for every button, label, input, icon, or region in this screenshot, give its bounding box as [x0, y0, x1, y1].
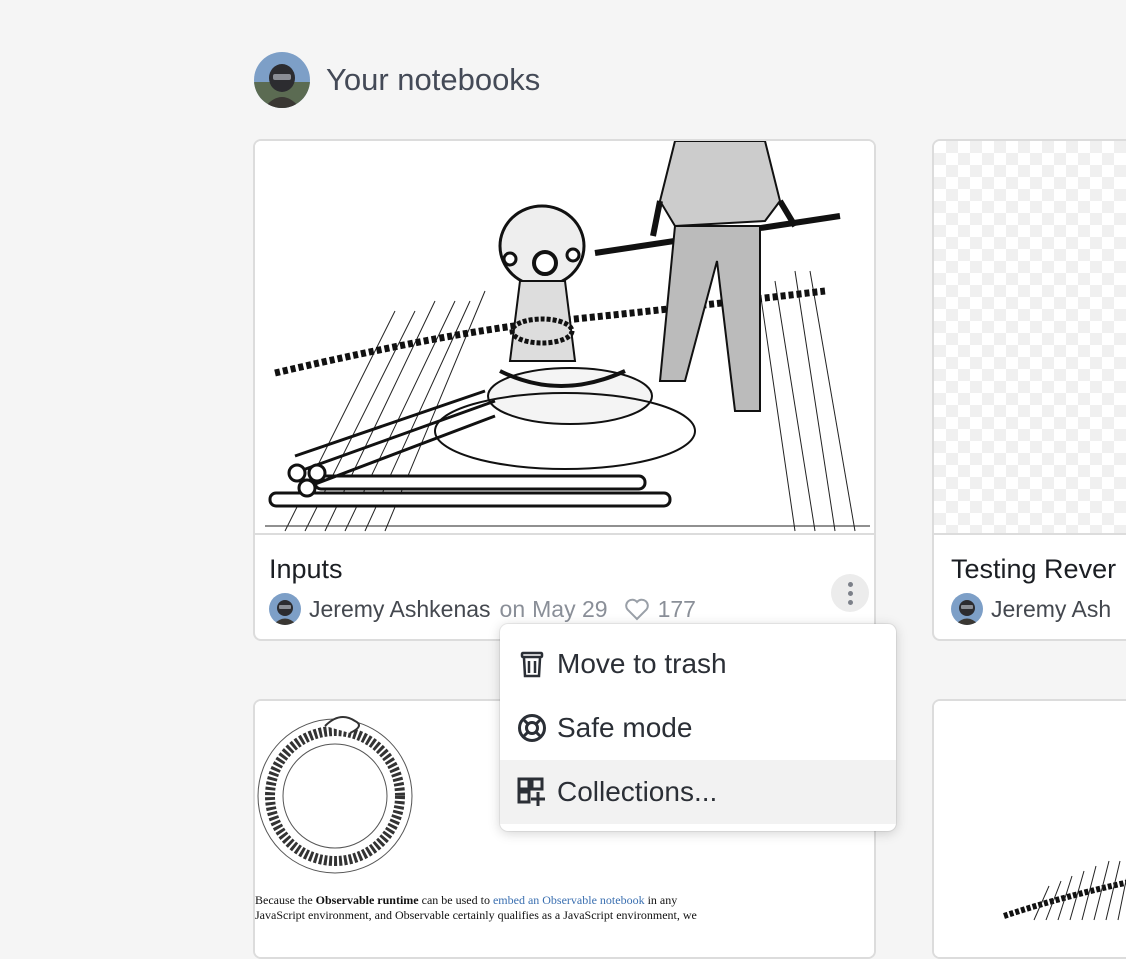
notebook-card-partial[interactable] — [932, 699, 1126, 959]
preview-text-bold: Observable runtime — [315, 893, 419, 907]
page-title: Your notebooks — [326, 62, 541, 97]
preview-text-line: JavaScript environment, and Observable c… — [255, 908, 697, 922]
notebook-thumbnail[interactable] — [934, 701, 1126, 957]
notebook-meta: Jeremy Ashkenas on May 29 177 — [269, 593, 696, 625]
kebab-dot — [847, 581, 853, 587]
runtime-preview-text: Because the Observable runtime can be us… — [255, 893, 874, 923]
menu-item-label: Move to trash — [557, 648, 727, 679]
menu-item-safe-mode[interactable]: Safe mode — [500, 696, 896, 760]
heart-icon — [624, 598, 649, 621]
notebook-thumbnail[interactable] — [255, 141, 874, 535]
notebook-meta: Jeremy Ash — [951, 593, 1111, 625]
notebook-context-menu: Move to trash Safe mode Collections... — [500, 624, 896, 831]
kebab-dot — [847, 599, 853, 605]
notebook-date: May 29 — [532, 595, 608, 622]
more-options-button[interactable] — [831, 574, 869, 612]
preview-text-part: Because the — [255, 893, 316, 907]
capstan-illustration — [255, 141, 874, 533]
hatched-illustration — [934, 701, 1126, 957]
preview-text-link: embed an Observable notebook — [492, 893, 645, 907]
notebook-title[interactable]: Inputs — [269, 554, 343, 585]
notebook-thumbnail-transparent[interactable] — [934, 141, 1126, 535]
author-avatar[interactable] — [269, 593, 301, 625]
add-collection-icon — [516, 776, 548, 808]
likes-count-group[interactable]: 177 — [624, 596, 696, 623]
author-name[interactable]: Jeremy Ashkenas — [309, 596, 491, 623]
author-name[interactable]: Jeremy Ash — [991, 596, 1111, 623]
notebook-card-inputs[interactable]: Inputs Jeremy Ashkenas on May 29 177 — [253, 139, 876, 641]
notebook-card-testing[interactable]: Testing Rever Jeremy Ash — [932, 139, 1126, 641]
author-avatar[interactable] — [951, 593, 983, 625]
menu-item-move-to-trash[interactable]: Move to trash — [500, 632, 896, 696]
notebook-title[interactable]: Testing Rever — [951, 554, 1116, 585]
trash-icon — [516, 648, 548, 680]
likes-count: 177 — [657, 595, 696, 622]
menu-item-label: Collections... — [557, 776, 718, 807]
kebab-dot — [847, 590, 853, 596]
preview-text-part: can be used to — [418, 893, 493, 907]
user-avatar[interactable] — [254, 52, 310, 108]
date-prefix: on — [499, 595, 526, 622]
notebooks-header: Your notebooks — [254, 52, 540, 108]
preview-text-part: in any — [644, 893, 678, 907]
menu-item-collections[interactable]: Collections... — [500, 760, 896, 824]
menu-item-label: Safe mode — [557, 712, 693, 743]
lifebuoy-icon — [516, 712, 548, 744]
